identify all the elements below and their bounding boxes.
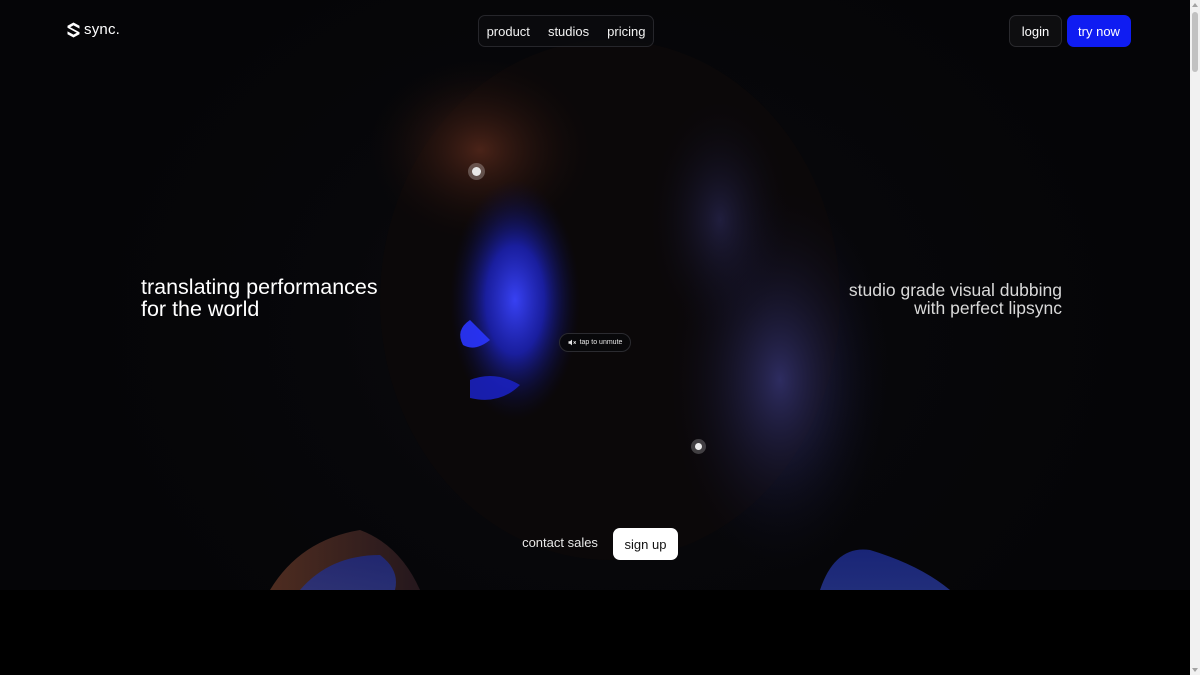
scrollbar-thumb[interactable] [1192, 12, 1198, 72]
main-nav: product studios pricing [478, 15, 654, 47]
hero-subheadline-line: studio grade visual dubbing [848, 280, 1062, 300]
speaker-muted-icon [568, 339, 576, 346]
hotspot-marker[interactable] [691, 439, 706, 454]
hero-subheadline-line: with perfect lipsync [914, 298, 1062, 318]
hotspot-marker[interactable] [468, 163, 485, 180]
sign-up-button[interactable]: sign up [613, 528, 678, 560]
login-button[interactable]: login [1009, 15, 1062, 47]
contact-sales-link[interactable]: contact sales [520, 535, 600, 553]
unmute-button[interactable]: tap to unmute [559, 333, 631, 352]
try-now-button[interactable]: try now [1067, 15, 1131, 47]
nav-item-studios[interactable]: studios [548, 24, 589, 39]
hero-subheadline: studio grade visual dubbing with perfect… [849, 281, 1062, 317]
nav-item-pricing[interactable]: pricing [607, 24, 645, 39]
page-scrollbar[interactable] [1190, 0, 1200, 675]
scroll-up-arrow-icon[interactable] [1192, 3, 1198, 7]
sync-logo-icon [67, 22, 80, 37]
hero-headline-line: for the world [141, 297, 260, 321]
nav-item-product[interactable]: product [487, 24, 530, 39]
unmute-label: tap to unmute [579, 339, 623, 346]
scroll-down-arrow-icon[interactable] [1192, 668, 1198, 672]
hero-headline-line: translating performances [141, 275, 378, 299]
hero-headline: translating performances for the world [141, 276, 378, 320]
brand-name: sync. [84, 21, 121, 38]
page-below-fold [0, 590, 1190, 675]
brand-logo[interactable]: sync. [67, 21, 120, 38]
